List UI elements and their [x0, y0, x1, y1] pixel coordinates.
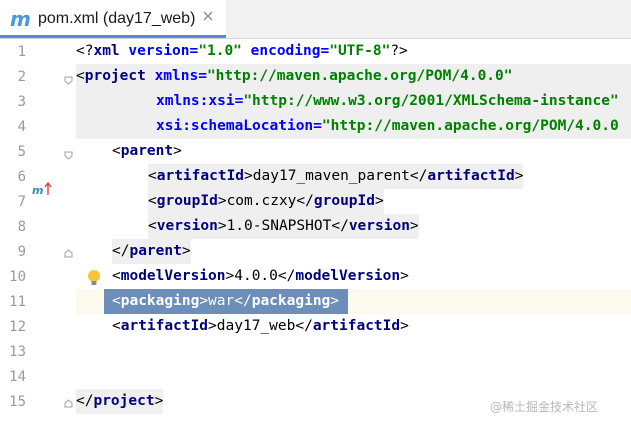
code-line: <artifactId>day17_maven_parent</artifact… [148, 164, 524, 189]
code-line: <version>1.0-SNAPSHOT</version> [148, 214, 419, 239]
line-number: 3 [17, 94, 26, 110]
line-number: 2 [17, 69, 26, 85]
line-number: 10 [9, 269, 26, 285]
close-icon[interactable] [201, 9, 215, 23]
fold-icon[interactable] [64, 249, 73, 258]
line-number: 15 [9, 394, 26, 410]
line-number: 5 [17, 144, 26, 160]
line-number: 13 [9, 344, 26, 360]
code-line: xsi:schemaLocation="http://maven.apache.… [156, 118, 619, 134]
code-line: <modelVersion>4.0.0</modelVersion> [112, 268, 409, 284]
arrow-up-icon[interactable] [44, 182, 52, 196]
line-number: 9 [17, 244, 26, 260]
fold-icon[interactable] [64, 76, 73, 85]
code-line: </parent> [112, 239, 191, 264]
line-number: 6 [17, 169, 26, 185]
watermark: @稀土掘金技术社区 [490, 400, 599, 414]
maven-m-icon: m [10, 7, 31, 31]
fold-icon[interactable] [64, 151, 73, 160]
code-line: <project xmlns="http://maven.apache.org/… [76, 68, 513, 84]
code-editor[interactable]: <?xml version="1.0" encoding="UTF-8"?> <… [76, 39, 631, 424]
line-number: 1 [17, 44, 26, 60]
tab-title: pom.xml (day17_web) [38, 10, 196, 27]
fold-icon[interactable] [64, 399, 73, 408]
line-number: 8 [17, 219, 26, 235]
tab-pom-xml[interactable]: m pom.xml (day17_web) [0, 0, 226, 38]
line-number: 7 [17, 194, 26, 210]
code-line: <artifactId>day17_web</artifactId> [112, 318, 409, 334]
editor-tab-bar: m pom.xml (day17_web) [0, 0, 631, 39]
code-line: </project> [76, 389, 164, 414]
line-number: 4 [17, 119, 26, 135]
line-gutter: 1 2 3 4 5 6 7 8 9 10 11 12 13 14 15 m [0, 39, 100, 424]
line-number: 14 [9, 369, 26, 385]
maven-parent-marker-icon[interactable]: m [32, 184, 43, 197]
code-line-selected: <packaging>war</packaging> [112, 293, 340, 309]
code-line: <?xml version="1.0" encoding="UTF-8"?> [76, 43, 408, 59]
line-number: 11 [9, 294, 26, 310]
line-number: 12 [9, 319, 26, 335]
code-line: xmlns:xsi="http://www.w3.org/2001/XMLSch… [156, 93, 619, 109]
code-line: <parent> [112, 143, 182, 159]
code-line: <groupId>com.czxy</groupId> [148, 189, 384, 214]
